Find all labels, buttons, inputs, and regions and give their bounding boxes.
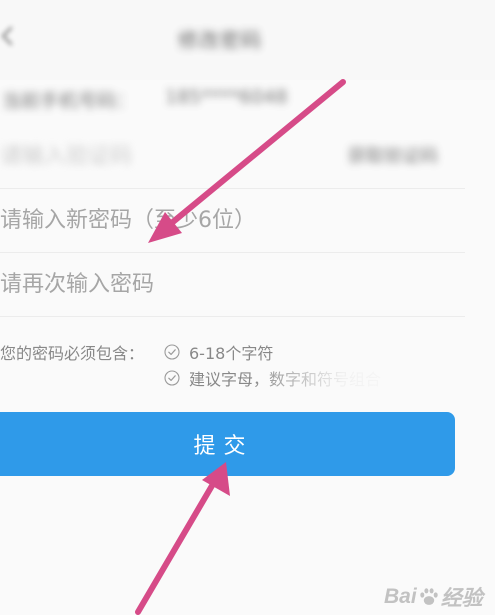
current-phone-row: 当前手机号码： 185****6048 [0, 78, 495, 118]
watermark-text-right: 经验 [440, 587, 483, 610]
requirements-label: 您的密码必须包含： [0, 344, 145, 363]
check-circle-icon [164, 370, 180, 386]
verification-code-row: 获取验证码 [0, 124, 465, 189]
check-circle-icon [164, 344, 180, 360]
phone-value: 185****6048 [165, 86, 288, 108]
new-password-input[interactable] [0, 188, 465, 252]
text-fade-overlay [250, 362, 420, 390]
send-code-button[interactable]: 获取验证码 [348, 142, 438, 168]
watermark-text-left: Bai [384, 585, 417, 608]
confirm-password-row [0, 252, 465, 317]
password-requirements: 您的密码必须包含： 6-18个字符 建议字母，数字和符号组合 [0, 338, 495, 389]
page-title: 修改密码 [178, 28, 262, 52]
new-password-row [0, 188, 465, 253]
chevron-left-icon[interactable] [0, 24, 20, 48]
paw-icon [419, 588, 438, 605]
phone-label: 当前手机号码： [2, 90, 136, 112]
requirement-item: 6-18个字符 [164, 340, 273, 364]
submit-button[interactable]: 提交 [0, 412, 455, 476]
app-screen: 修改密码 当前手机号码： 185****6048 获取验证码 您的密码必须包含：… [0, 0, 495, 615]
watermark: Bai 经验 [384, 582, 483, 612]
requirement-text: 6-18个字符 [189, 344, 274, 363]
nav-bar: 修改密码 [0, 0, 495, 80]
confirm-password-input[interactable] [0, 252, 465, 316]
